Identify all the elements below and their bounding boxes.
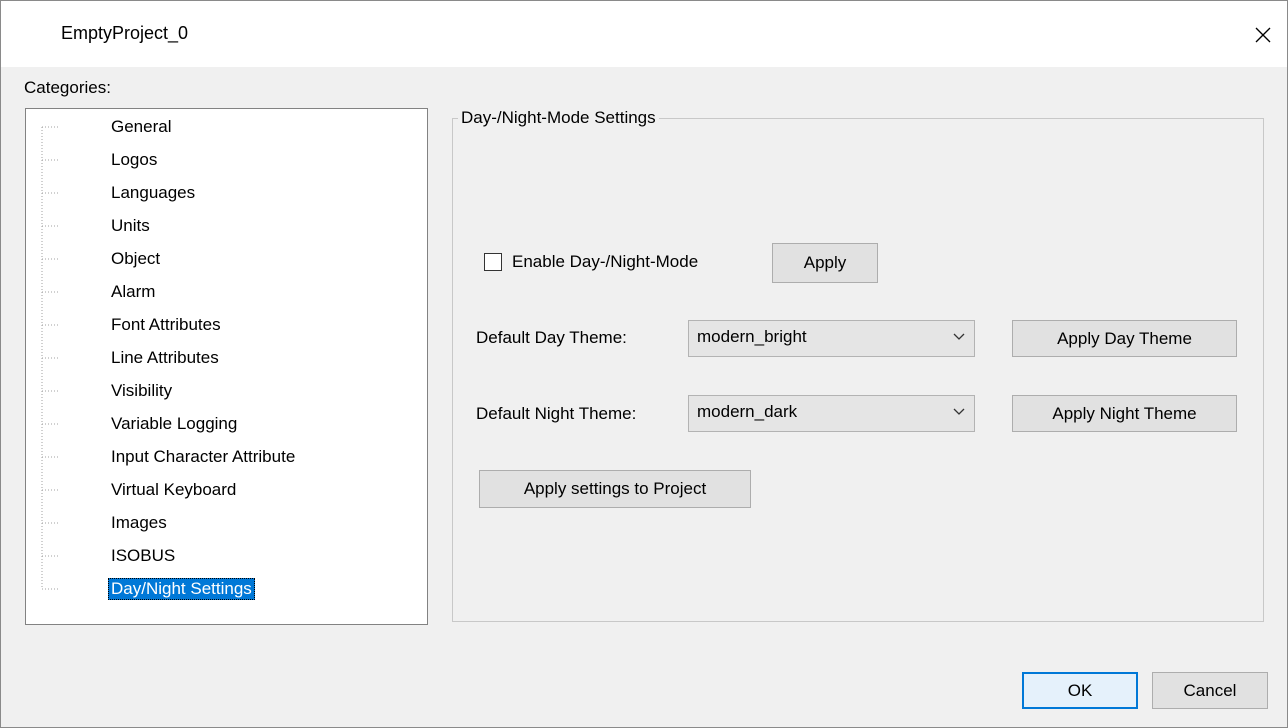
enable-day-night-label[interactable]: Enable Day-/Night-Mode <box>512 252 698 272</box>
day-night-groupbox <box>452 118 1264 622</box>
apply-day-theme-button[interactable]: Apply Day Theme <box>1012 320 1237 357</box>
tree-item-label: Virtual Keyboard <box>111 480 237 499</box>
tree-item-logos[interactable]: Logos <box>26 146 426 176</box>
tree-item-images[interactable]: Images <box>26 509 426 539</box>
cancel-button[interactable]: Cancel <box>1152 672 1268 709</box>
default-night-theme-label: Default Night Theme: <box>476 404 637 423</box>
apply-night-theme-button[interactable]: Apply Night Theme <box>1012 395 1237 432</box>
tree-item-visibility[interactable]: Visibility <box>26 377 426 407</box>
tree-item-isobus[interactable]: ISOBUS <box>26 542 426 572</box>
default-day-theme-label: Default Day Theme: <box>476 328 627 347</box>
tree-item-units[interactable]: Units <box>26 212 426 242</box>
categories-label: Categories: <box>24 78 111 97</box>
close-icon <box>1255 27 1271 43</box>
categories-tree[interactable]: General Logos Languages Units Object Ala… <box>25 108 428 625</box>
tree-item-label: Variable Logging <box>111 414 238 433</box>
day-theme-select[interactable]: modern_bright <box>688 320 975 357</box>
window-title: EmptyProject_0 <box>61 23 189 43</box>
tree-item-general[interactable]: General <box>26 113 426 143</box>
tree-item-day-night-settings[interactable]: Day/Night Settings <box>26 575 426 605</box>
tree-item-label: ISOBUS <box>111 546 176 565</box>
tree-item-label: Images <box>111 513 167 532</box>
ok-button[interactable]: OK <box>1022 672 1138 709</box>
tree-item-virtual-keyboard[interactable]: Virtual Keyboard <box>26 476 426 506</box>
night-theme-value: modern_dark <box>697 402 798 421</box>
tree-item-label: Line Attributes <box>111 348 219 367</box>
tree-item-label: Input Character Attribute <box>111 447 296 466</box>
night-theme-select[interactable]: modern_dark <box>688 395 975 432</box>
groupbox-title: Day-/Night-Mode Settings <box>458 108 659 128</box>
tree-item-label: Visibility <box>111 381 173 400</box>
tree-item-label: Logos <box>111 150 158 169</box>
close-button[interactable] <box>1239 11 1287 59</box>
tree-item-label: Day/Night Settings <box>108 578 255 600</box>
tree-item-label: General <box>111 117 172 136</box>
apply-button[interactable]: Apply <box>772 243 878 283</box>
tree-item-variable-logging[interactable]: Variable Logging <box>26 410 426 440</box>
tree-item-label: Font Attributes <box>111 315 221 334</box>
tree-item-label: Units <box>111 216 150 235</box>
tree-item-font-attributes[interactable]: Font Attributes <box>26 311 426 341</box>
tree-item-line-attributes[interactable]: Line Attributes <box>26 344 426 374</box>
enable-day-night-checkbox[interactable] <box>484 253 502 271</box>
apply-settings-to-project-button[interactable]: Apply settings to Project <box>479 470 751 508</box>
tree-item-object[interactable]: Object <box>26 245 426 275</box>
tree-item-alarm[interactable]: Alarm <box>26 278 426 308</box>
chevron-down-icon <box>953 333 965 340</box>
tree-item-languages[interactable]: Languages <box>26 179 426 209</box>
day-theme-value: modern_bright <box>697 327 807 346</box>
tree-item-label: Alarm <box>111 282 156 301</box>
tree-item-label: Object <box>111 249 161 268</box>
tree-item-input-character-attribute[interactable]: Input Character Attribute <box>26 443 426 473</box>
tree-item-label: Languages <box>111 183 196 202</box>
title-bar: EmptyProject_0 <box>1 1 1287 67</box>
chevron-down-icon <box>953 408 965 415</box>
